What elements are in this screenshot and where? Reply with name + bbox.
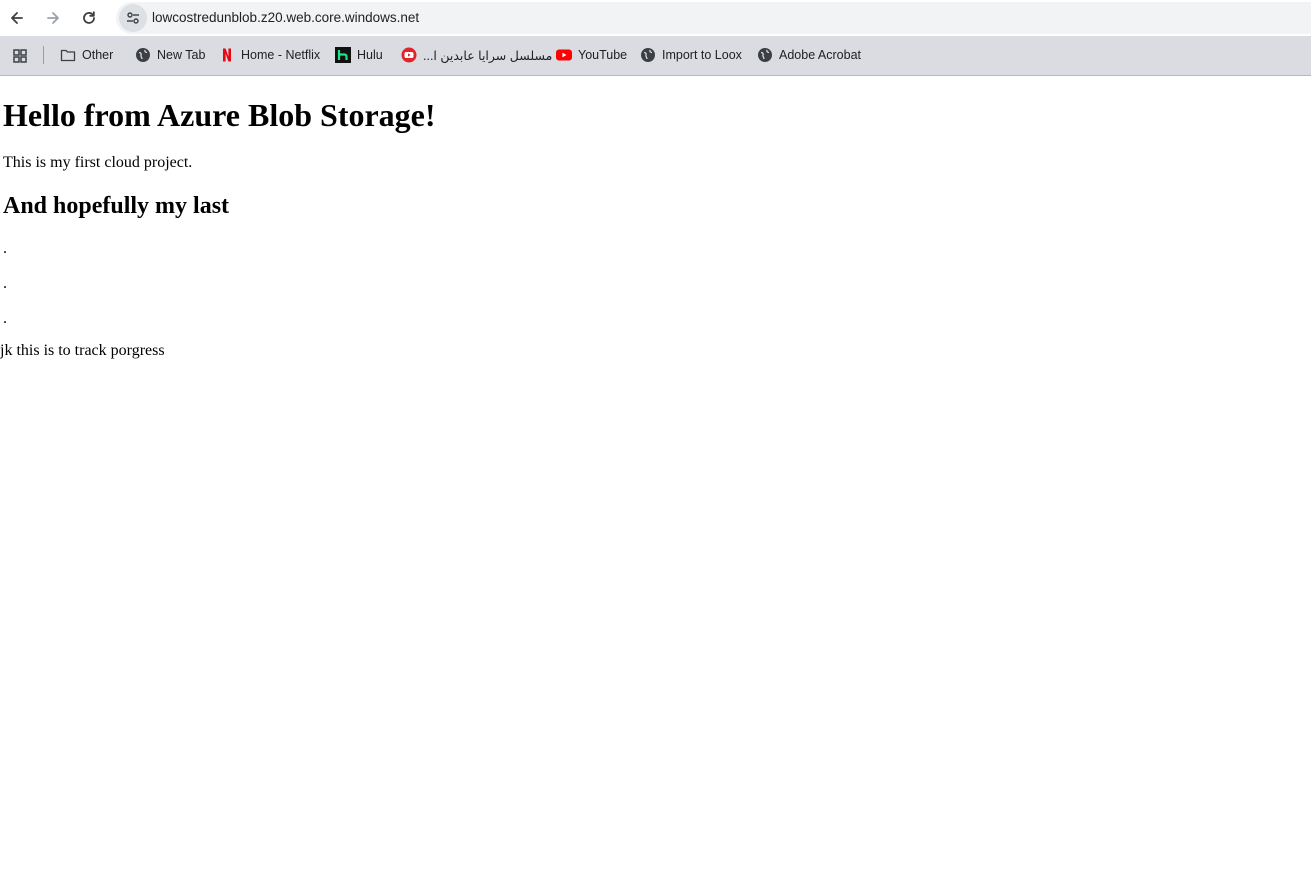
arrow-left-icon (11, 12, 23, 24)
dot-paragraph: . (3, 240, 7, 257)
site-info-button[interactable] (119, 4, 147, 32)
intro-paragraph: This is my first cloud project. (3, 154, 193, 171)
bookmark-new-tab[interactable]: New Tab (135, 44, 205, 66)
arrow-right-icon (47, 12, 59, 24)
bookmark-saraya-abdeen[interactable]: مسلسل سرايا عابدين ا... (401, 44, 552, 66)
bookmark-adobe-acrobat[interactable]: Adobe Acrobat (757, 44, 861, 66)
back-button[interactable] (2, 3, 32, 33)
apps-button[interactable] (11, 47, 29, 65)
forward-button[interactable] (38, 3, 68, 33)
bookmark-youtube[interactable]: YouTube (556, 44, 627, 66)
bookmark-other[interactable]: Other (60, 44, 113, 66)
dot-paragraph: . (3, 310, 7, 327)
bookmark-hulu[interactable]: Hulu (335, 44, 383, 66)
bookmark-label: Other (82, 48, 114, 62)
url-text[interactable]: lowcostredunblob.z20.web.core.windows.ne… (152, 10, 419, 25)
bookmark-label: Home - Netflix (241, 48, 321, 62)
bookmarks-separator (43, 46, 44, 64)
browser-toolbar: lowcostredunblob.z20.web.core.windows.ne… (0, 0, 1311, 36)
tune-icon (127, 12, 139, 24)
page-heading: Hello from Azure Blob Storage! (3, 97, 436, 133)
footer-text: jk this is to track porgress (0, 342, 165, 359)
netflix-icon (219, 47, 235, 63)
dot-paragraph: . (3, 275, 7, 292)
reload-button[interactable] (74, 3, 104, 33)
youtube-circle-icon (401, 47, 417, 63)
address-bar[interactable]: lowcostredunblob.z20.web.core.windows.ne… (116, 2, 1311, 34)
bookmark-label: مسلسل سرايا عابدين ا... (423, 48, 553, 63)
globe-icon (640, 47, 656, 63)
page-content: Hello from Azure Blob Storage! This is m… (0, 76, 1311, 891)
globe-icon (757, 47, 773, 63)
folder-icon (60, 47, 76, 63)
youtube-icon (556, 47, 572, 63)
apps-grid-icon (13, 49, 27, 63)
bookmark-label: New Tab (157, 48, 206, 62)
bookmark-netflix[interactable]: Home - Netflix (219, 44, 320, 66)
bookmarks-bar: Other New Tab Home - Netflix Hulu مسلسل … (0, 36, 1311, 75)
globe-icon (135, 47, 151, 63)
page-subheading: And hopefully my last (3, 193, 230, 219)
bookmark-label: Adobe Acrobat (779, 48, 862, 62)
hulu-icon (335, 47, 351, 63)
bookmark-label: Hulu (357, 48, 383, 62)
bookmark-import-to-loox[interactable]: Import to Loox (640, 44, 742, 66)
bookmark-label: Import to Loox (662, 48, 742, 62)
bookmark-label: YouTube (578, 48, 628, 62)
reload-icon (83, 11, 95, 24)
